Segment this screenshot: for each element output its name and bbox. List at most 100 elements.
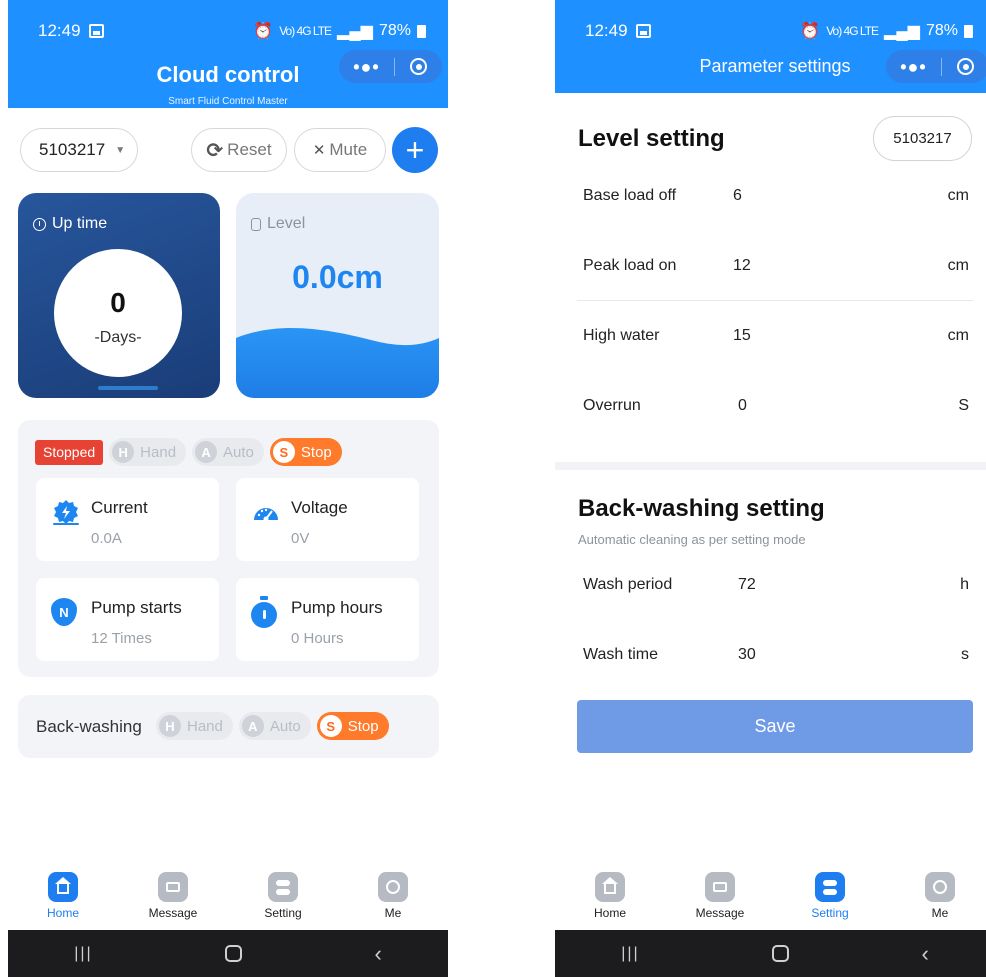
param-row-wash-period[interactable]: Wash period 72 h xyxy=(583,572,969,602)
tab-me[interactable]: Me xyxy=(885,872,986,930)
tab-label: Home xyxy=(593,906,626,920)
battery-icon xyxy=(964,24,973,38)
voltage-metric: Voltage 0V xyxy=(236,478,419,561)
system-nav-bar: ||| ‹ xyxy=(8,930,448,977)
tab-message[interactable]: Message xyxy=(118,872,228,930)
add-device-button[interactable]: + xyxy=(392,127,438,173)
mode-letter: H xyxy=(112,441,135,463)
param-value[interactable]: 15 xyxy=(733,327,751,345)
current-icon xyxy=(53,500,79,525)
system-home-icon[interactable] xyxy=(225,945,243,962)
backwashing-mode-row: H Hand A Auto S Stop xyxy=(156,712,389,740)
pump-starts-icon: N xyxy=(51,598,81,626)
parameter-settings-screen: 12:49 ⏰ Vo) 4G LTE ▂▄▆ 78% Parameter set… xyxy=(555,0,986,977)
param-row-overrun[interactable]: Overrun 0 S xyxy=(583,393,969,423)
system-nav-bar: ||| ‹ xyxy=(555,930,986,977)
signal-bars-icon: ▂▄▆ xyxy=(884,23,920,40)
mode-label: Stop xyxy=(300,443,332,461)
reset-button[interactable]: ⟳ Reset xyxy=(191,128,287,172)
bw-hand-button[interactable]: H Hand xyxy=(156,712,233,740)
param-name: Base load off xyxy=(583,187,677,204)
more-icon[interactable]: •●• xyxy=(339,58,394,76)
home-icon xyxy=(48,872,78,902)
mode-letter: H xyxy=(159,715,181,737)
device-id: 5103217 xyxy=(39,140,106,159)
mode-label: Hand xyxy=(140,443,177,461)
mute-label: Mute xyxy=(329,140,368,159)
back-icon[interactable]: ‹ xyxy=(921,941,928,967)
uptime-unit: -Days- xyxy=(94,329,142,346)
device-select[interactable]: 5103217 ▼ xyxy=(20,128,138,172)
water-wave xyxy=(236,328,439,398)
more-icon[interactable]: •●• xyxy=(886,58,941,76)
home-icon xyxy=(595,872,625,902)
status-bar: 12:49 ⏰ Vo) 4G LTE ▂▄▆ 78% xyxy=(38,20,426,42)
uptime-dial: 0 -Days- xyxy=(54,249,182,377)
recent-apps-icon[interactable]: ||| xyxy=(74,945,92,963)
param-name: Wash period xyxy=(583,576,673,593)
close-miniapp-button[interactable] xyxy=(942,58,986,75)
back-icon[interactable]: ‹ xyxy=(374,941,381,967)
current-value: 0.0A xyxy=(91,530,122,547)
param-value[interactable]: 0 xyxy=(738,397,747,415)
recent-apps-icon[interactable]: ||| xyxy=(621,945,639,963)
mode-auto-button[interactable]: A Auto xyxy=(192,438,264,466)
gallery-icon xyxy=(635,24,651,38)
tab-home[interactable]: Home xyxy=(8,872,118,930)
param-name: Overrun xyxy=(583,397,641,414)
close-miniapp-button[interactable] xyxy=(395,58,442,75)
voltage-title: Voltage xyxy=(291,498,348,517)
param-value[interactable]: 6 xyxy=(733,187,742,205)
plus-icon: + xyxy=(405,132,425,168)
tab-label: Setting xyxy=(811,906,849,920)
bw-auto-button[interactable]: A Auto xyxy=(238,712,311,740)
header: 12:49 ⏰ Vo) 4G LTE ▂▄▆ 78% Parameter set… xyxy=(555,0,986,93)
voltage-value: 0V xyxy=(291,530,310,547)
bw-stop-button[interactable]: S Stop xyxy=(316,712,389,740)
settings-icon xyxy=(815,872,845,902)
tab-me[interactable]: Me xyxy=(338,872,448,930)
param-unit: cm xyxy=(947,187,969,204)
tab-setting[interactable]: Setting xyxy=(228,872,338,930)
mode-label: Hand xyxy=(187,717,223,735)
gauge-icon xyxy=(254,508,278,522)
save-button[interactable]: Save xyxy=(577,700,973,753)
bottom-tab-bar: Home Message Setting Me xyxy=(555,872,986,930)
param-row-peak-load-on[interactable]: Peak load on 12 cm xyxy=(583,253,969,283)
mode-label: Auto xyxy=(223,443,254,461)
mute-button[interactable]: ✕ Mute xyxy=(294,128,386,172)
tab-label: Setting xyxy=(264,906,302,920)
tab-setting[interactable]: Setting xyxy=(775,872,885,930)
mode-letter: S xyxy=(272,441,295,463)
mode-letter: A xyxy=(195,441,218,463)
battery-icon xyxy=(417,24,426,38)
param-unit: s xyxy=(961,646,969,663)
param-row-wash-time[interactable]: Wash time 30 s xyxy=(583,642,969,672)
uptime-value: 0 xyxy=(110,287,126,318)
pump-starts-badge: N xyxy=(51,598,77,626)
param-value[interactable]: 30 xyxy=(738,646,756,664)
backwashing-setting-title: Back-washing setting xyxy=(578,495,825,522)
param-unit: cm xyxy=(947,327,969,344)
param-row-high-water[interactable]: High water 15 cm xyxy=(583,323,969,353)
tab-home[interactable]: Home xyxy=(555,872,665,930)
level-setting-title: Level setting xyxy=(578,125,725,152)
header: 12:49 ⏰ Vo) 4G LTE ▂▄▆ 78% Cloud control… xyxy=(8,0,448,108)
page-subtitle: Smart Fluid Control Master xyxy=(168,96,288,107)
param-value[interactable]: 72 xyxy=(738,576,756,594)
target-icon xyxy=(410,58,427,75)
clock-icon xyxy=(33,217,46,231)
alarm-icon: ⏰ xyxy=(253,23,274,40)
status-badge: Stopped xyxy=(35,439,104,465)
mode-hand-button[interactable]: H Hand xyxy=(109,438,187,466)
mode-stop-button[interactable]: S Stop xyxy=(269,438,342,466)
param-row-base-load-off[interactable]: Base load off 6 cm xyxy=(583,183,969,213)
device-id-chip[interactable]: 5103217 xyxy=(873,116,972,161)
tab-message[interactable]: Message xyxy=(665,872,775,930)
system-home-icon[interactable] xyxy=(772,945,790,962)
mode-letter: A xyxy=(241,715,264,737)
param-value[interactable]: 12 xyxy=(733,257,751,275)
pump-starts-metric: N Pump starts 12 Times xyxy=(36,578,219,661)
reset-label: Reset xyxy=(227,140,272,159)
backwashing-setting-subtitle: Automatic cleaning as per setting mode xyxy=(578,532,806,547)
